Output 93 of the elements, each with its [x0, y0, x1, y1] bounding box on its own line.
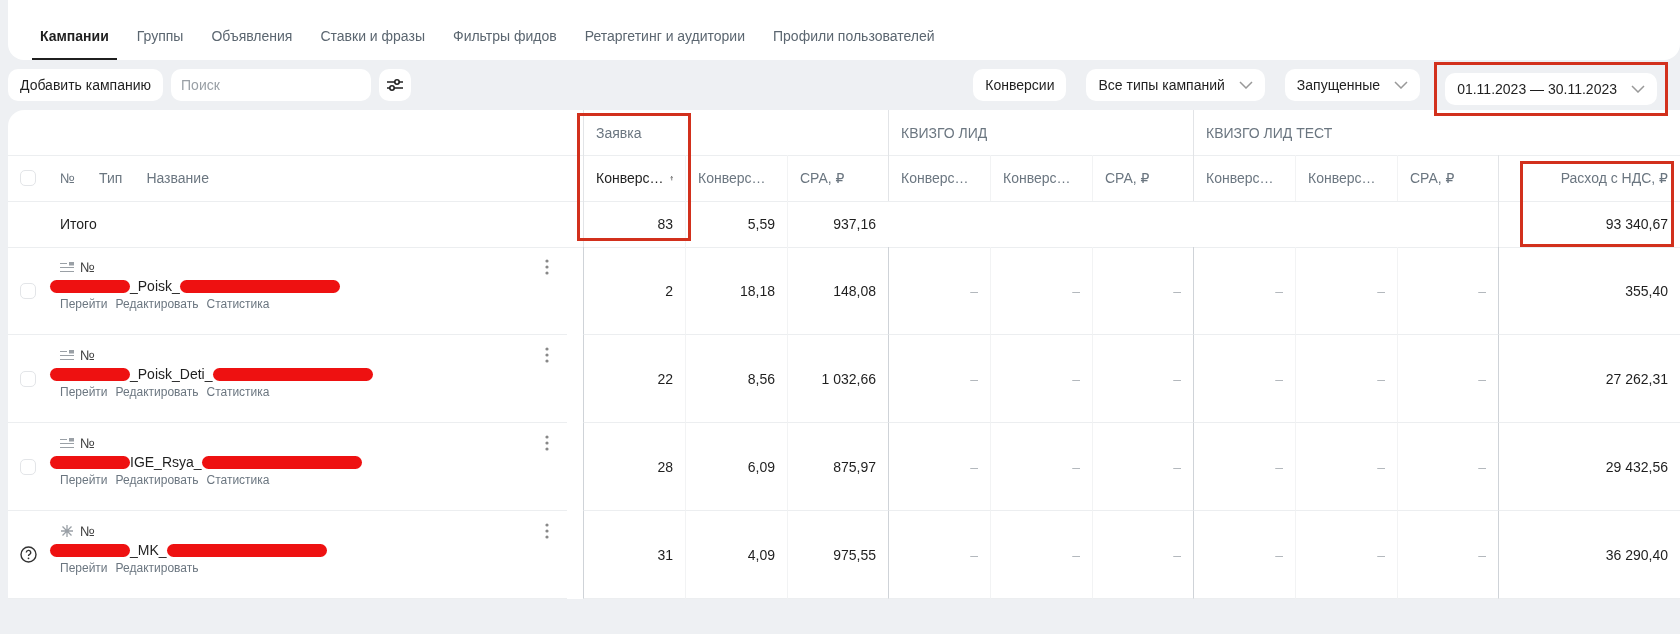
column-header[interactable]: Конверс… [1206, 170, 1274, 186]
table-cell: – [1173, 282, 1181, 299]
campaign-name[interactable]: _MK_ [130, 542, 167, 558]
table-cell: – [970, 458, 978, 475]
table-cell: – [1478, 546, 1486, 563]
campaign-action-link[interactable]: Перейти [60, 297, 108, 311]
campaign-action-link[interactable]: Редактировать [115, 297, 199, 311]
table-cell: – [1275, 282, 1283, 299]
table-cell: – [1173, 458, 1181, 475]
add-campaign-button[interactable]: Добавить кампанию [8, 69, 164, 101]
table-cell: – [970, 546, 978, 563]
filter-dropdown[interactable]: Все типы кампаний [1086, 69, 1265, 101]
search-field[interactable]: Поиск [171, 69, 372, 101]
column-header[interactable]: Конверс… [1003, 170, 1071, 186]
tab[interactable]: Ретаргетинг и аудитории [576, 28, 753, 60]
table-cell: 29 432,56 [1605, 458, 1668, 475]
table-cell: 27 262,31 [1605, 370, 1668, 387]
table-cell: 18,18 [739, 282, 775, 299]
tab[interactable]: Кампании [32, 28, 117, 60]
table-cell: 8,56 [747, 370, 775, 387]
table-cell: – [1072, 546, 1080, 563]
column-header[interactable]: Конверс… [901, 170, 969, 186]
filter-dropdown[interactable]: Запущенные [1284, 69, 1421, 101]
column-header[interactable]: № [60, 170, 76, 186]
column-group-title: КВИЗГО ЛИД ТЕСТ [1206, 124, 1333, 141]
column-header[interactable]: CPA, ₽ [800, 170, 845, 186]
campaign-action-link[interactable]: Перейти [60, 473, 108, 487]
campaign-action-link[interactable]: Редактировать [115, 473, 199, 487]
tab[interactable]: Группы [128, 28, 192, 60]
table-cell: – [1072, 458, 1080, 475]
campaign-action-link[interactable]: Перейти [60, 385, 108, 399]
table-cell: – [1377, 458, 1385, 475]
column-group-title: КВИЗГО ЛИД [901, 124, 988, 141]
campaign-action-link[interactable]: Редактировать [115, 385, 199, 399]
table-cell: – [1377, 546, 1385, 563]
campaign-number: № [80, 435, 96, 451]
column-header[interactable]: CPA, ₽ [1410, 170, 1455, 186]
table-cell: – [1478, 370, 1486, 387]
filter-dropdown[interactable]: Конверсии [973, 69, 1067, 101]
table-cell: – [1072, 282, 1080, 299]
column-header[interactable]: Расход с НДС, ₽ [1560, 170, 1668, 186]
table-cell: 875,97 [833, 458, 876, 475]
table-cell: – [970, 282, 978, 299]
tab[interactable]: Объявления [203, 28, 301, 60]
tab[interactable]: Профили пользователей [765, 28, 943, 60]
filter-dropdown[interactable]: 01.11.2023 — 30.11.2023 [1445, 73, 1657, 105]
column-group-title: Заявка [596, 124, 642, 141]
column-header[interactable]: Конверс… [1308, 170, 1376, 186]
total-cell: 93 340,67 [1605, 216, 1668, 232]
table-cell: – [1173, 370, 1181, 387]
table-cell: – [1377, 282, 1385, 299]
table-cell: – [970, 370, 978, 387]
total-cell: 5,59 [747, 216, 775, 232]
campaign-action-link[interactable]: Статистика [206, 297, 270, 311]
tab[interactable]: Ставки и фразы [312, 28, 433, 60]
column-header[interactable]: CPA, ₽ [1105, 170, 1150, 186]
campaign-name[interactable]: _Poisk_ [130, 278, 180, 294]
table-cell: 975,55 [833, 546, 876, 563]
campaign-name[interactable]: _Poisk_Deti_ [130, 366, 213, 382]
table-cell: – [1478, 458, 1486, 475]
table-cell: – [1377, 370, 1385, 387]
table-cell: 28 [657, 458, 673, 475]
campaign-number: № [80, 347, 96, 363]
campaign-number: № [80, 523, 96, 539]
table-cell: 1 032,66 [821, 370, 876, 387]
table-cell: 36 290,40 [1605, 546, 1668, 563]
table-cell: – [1275, 370, 1283, 387]
table-cell: – [1275, 546, 1283, 563]
campaign-number: № [80, 259, 96, 275]
total-cell: 937,16 [833, 216, 876, 232]
campaign-action-link[interactable]: Статистика [206, 473, 270, 487]
column-header[interactable]: Тип [99, 170, 123, 186]
table-cell: 355,40 [1625, 282, 1668, 299]
campaign-action-link[interactable]: Перейти [60, 561, 108, 575]
table-cell: 31 [657, 546, 673, 563]
table-cell: 2 [665, 282, 673, 299]
total-cell: 83 [657, 216, 673, 232]
table-cell: 4,09 [747, 546, 775, 563]
table-cell: – [1275, 458, 1283, 475]
table-cell: 6,09 [747, 458, 775, 475]
campaign-action-link[interactable]: Редактировать [115, 561, 199, 575]
column-header[interactable]: Конверс… [596, 170, 664, 186]
table-cell: – [1478, 282, 1486, 299]
column-header[interactable]: Конверс… [698, 170, 766, 186]
column-header[interactable]: Название [146, 170, 209, 186]
tab[interactable]: Фильтры фидов [445, 28, 565, 60]
table-cell: – [1173, 546, 1181, 563]
table-cell: 22 [657, 370, 673, 387]
table-cell: 148,08 [833, 282, 876, 299]
total-label: Итого [60, 216, 97, 232]
table-cell: – [1072, 370, 1080, 387]
campaign-action-link[interactable]: Статистика [206, 385, 270, 399]
campaign-name[interactable]: IGE_Rsya_ [130, 454, 202, 470]
